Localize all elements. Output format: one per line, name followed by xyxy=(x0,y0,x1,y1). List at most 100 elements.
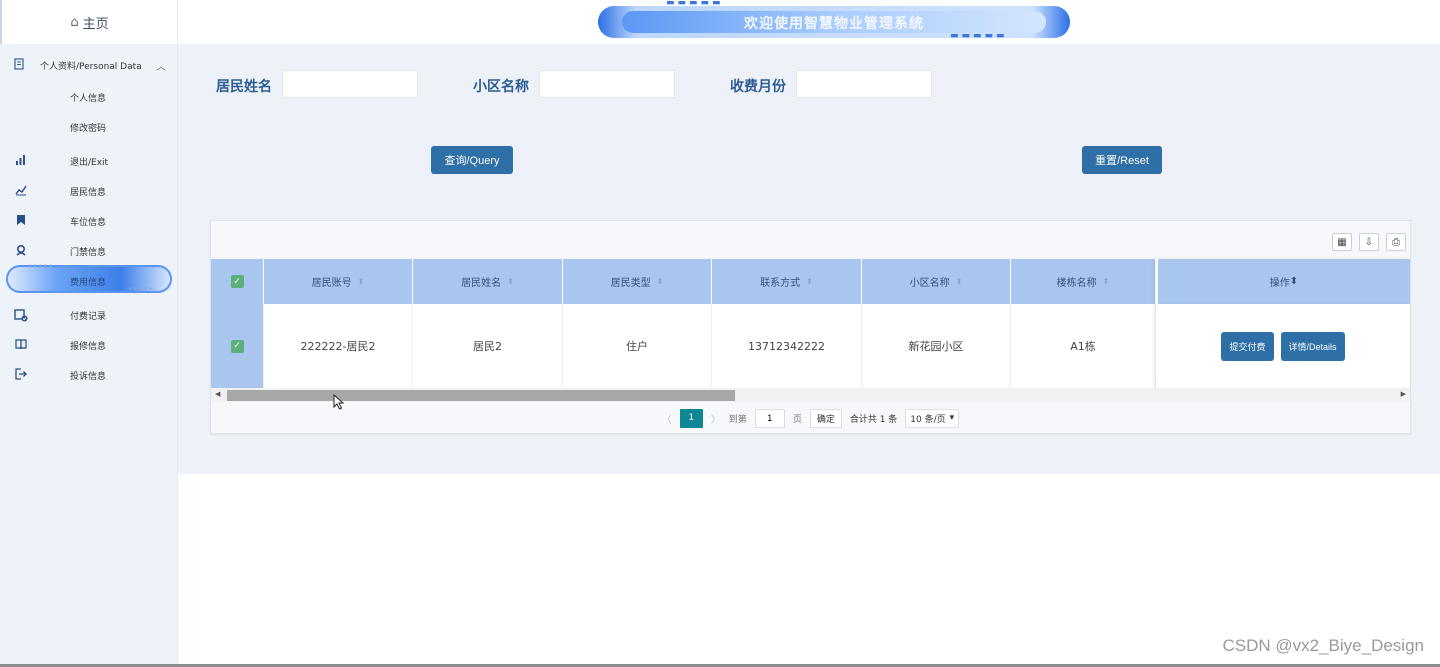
column-header-building[interactable]: 楼栋名称 ⬍ xyxy=(1011,259,1156,304)
print-icon[interactable]: ⎙ xyxy=(1386,233,1406,251)
cell-name: 居民2 xyxy=(413,304,563,388)
sidebar-item-label: 个人信息 xyxy=(70,94,107,104)
scrollbar-thumb[interactable] xyxy=(227,390,735,401)
column-header-label: 操作 xyxy=(1269,278,1290,289)
cell-account: 222222-居民2 xyxy=(264,304,413,388)
sidebar-item-label: 投诉信息 xyxy=(70,372,107,382)
column-header-phone[interactable]: 联系方式 ⬍ xyxy=(712,259,862,304)
title-banner: ▬▬▬▬▬ ▬▬▬▬▬ 欢迎使用智慧物业管理系统 xyxy=(598,0,1070,41)
fee-month-label: 收费月份 xyxy=(730,79,786,95)
sort-icon[interactable]: ⬍ xyxy=(806,277,813,286)
sort-icon[interactable]: ⬍ xyxy=(657,277,664,286)
decorative-dots: ••••• xyxy=(28,262,54,270)
table-toolbar: ▦ ⇩ ⎙ xyxy=(1332,233,1406,251)
sidebar-item-repairs[interactable]: 报修信息 xyxy=(0,335,178,355)
decorative-dots: ▬▬▬▬▬ xyxy=(666,0,724,8)
next-page-icon[interactable]: 〉 xyxy=(711,411,721,426)
row-select-cell[interactable]: ✓ xyxy=(211,304,264,388)
column-header-label: 居民类型 xyxy=(610,278,651,289)
column-header-community[interactable]: 小区名称 ⬍ xyxy=(862,259,1011,304)
prev-page-icon[interactable]: 〈 xyxy=(662,411,672,426)
column-header-actions[interactable]: 操作 ⬍ xyxy=(1156,259,1410,304)
sidebar-item-label: 退出/Exit xyxy=(70,158,109,168)
column-header-type[interactable]: 居民类型 ⬍ xyxy=(563,259,712,304)
column-header-label: 小区名称 xyxy=(909,278,950,289)
user-badge-icon xyxy=(14,244,28,258)
current-page[interactable]: 1 xyxy=(679,408,703,428)
cell-type: 住户 xyxy=(563,304,712,388)
sidebar-item-exit[interactable]: 退出/Exit xyxy=(0,151,178,171)
sidebar-group-personal-data[interactable]: 个人资料/Personal Data ︿ xyxy=(0,55,178,75)
cell-phone: 13712342222 xyxy=(712,304,862,388)
total-count: 合计共 1 条 xyxy=(849,414,898,425)
chevron-down-icon: ▾ xyxy=(949,413,955,423)
sidebar-group-label: 个人资料/Personal Data xyxy=(40,62,142,72)
select-all-cell[interactable]: ✓ xyxy=(211,259,264,304)
sidebar-item-complaints[interactable]: 投诉信息 xyxy=(0,365,178,385)
sidebar-item-residents[interactable]: 居民信息 xyxy=(0,181,178,201)
column-header-name[interactable]: 居民姓名 ⬍ xyxy=(413,259,563,304)
data-table: ▦ ⇩ ⎙ ✓ 居民账号 ⬍ 居民姓名 ⬍ 居民类型 ⬍ 联系方式 ⬍ 小区名称 ⬍ xyxy=(210,220,1411,434)
column-header-account[interactable]: 居民账号 ⬍ xyxy=(264,259,413,304)
sort-icon[interactable]: ⬍ xyxy=(358,277,365,286)
column-header-label: 联系方式 xyxy=(760,278,801,289)
scroll-right-icon[interactable]: ▶ xyxy=(1401,390,1406,398)
watermark: CSDN @vx2_Biye_Design xyxy=(1222,636,1424,655)
goto-page-input[interactable] xyxy=(754,408,785,428)
sidebar-home[interactable]: ⌂ 主页 xyxy=(0,0,177,44)
sidebar-item-label: 修改密码 xyxy=(70,124,107,134)
goto-label: 到第 xyxy=(728,414,747,425)
select-all-checkbox[interactable]: ✓ xyxy=(230,275,244,288)
pagination: 〈 1 〉 到第 页 确定 合计共 1 条 10 条/页 ▾ xyxy=(211,408,1410,428)
decorative-dots: ••••• xyxy=(128,285,154,293)
resident-name-input[interactable] xyxy=(282,70,418,98)
sidebar-item-personal-info[interactable]: 个人信息 xyxy=(0,87,178,107)
community-name-label: 小区名称 xyxy=(473,79,529,95)
page-unit-label: 页 xyxy=(792,414,802,425)
horizontal-scrollbar[interactable]: ◀ ▶ xyxy=(211,388,1410,402)
document-icon xyxy=(14,58,26,71)
sidebar-item-label: 费用信息 xyxy=(70,278,107,288)
query-button[interactable]: 查询/Query xyxy=(431,146,513,174)
sort-icon[interactable]: ⬍ xyxy=(956,277,963,286)
sidebar-item-label: 居民信息 xyxy=(70,188,107,198)
details-button[interactable]: 详情/Details xyxy=(1280,331,1345,361)
home-icon: ⌂ xyxy=(70,14,79,30)
sort-icon[interactable]: ⬍ xyxy=(1103,277,1110,286)
sort-icon[interactable]: ⬍ xyxy=(1290,276,1298,287)
bar-chart-icon xyxy=(14,154,28,168)
sidebar-item-payment-records[interactable]: 付费记录 xyxy=(0,305,178,325)
book-icon xyxy=(14,338,28,352)
column-header-label: 楼栋名称 xyxy=(1056,278,1097,289)
column-header-label: 居民账号 xyxy=(311,278,352,289)
sidebar-item-fees[interactable]: ••••• 费用信息 ••••• xyxy=(0,262,178,293)
main-content: 居民姓名 小区名称 收费月份 查询/Query 重置/Reset ▦ ⇩ ⎙ ✓… xyxy=(178,44,1440,474)
columns-icon[interactable]: ▦ xyxy=(1332,233,1352,251)
bookmark-icon xyxy=(14,214,28,228)
column-header-label: 居民姓名 xyxy=(461,278,502,289)
community-name-input[interactable] xyxy=(539,70,675,98)
reset-button[interactable]: 重置/Reset xyxy=(1082,146,1162,174)
submit-payment-button[interactable]: 提交付费 xyxy=(1221,331,1274,361)
fee-month-input[interactable] xyxy=(796,70,932,98)
row-checkbox[interactable]: ✓ xyxy=(230,339,244,353)
cell-building: A1栋 xyxy=(1011,304,1156,388)
scroll-left-icon[interactable]: ◀ xyxy=(215,390,220,398)
sidebar: ⌂ 主页 个人资料/Personal Data ︿ 个人信息 修改密码 退出/E… xyxy=(0,0,178,667)
page-size-select[interactable]: 10 条/页 ▾ xyxy=(905,408,960,428)
confirm-page-button[interactable]: 确定 xyxy=(809,408,842,428)
sidebar-item-access-control[interactable]: 门禁信息 xyxy=(0,241,178,261)
sort-icon[interactable]: ⬍ xyxy=(507,277,514,286)
export-icon[interactable]: ⇩ xyxy=(1359,233,1379,251)
mouse-cursor-icon xyxy=(333,393,345,414)
row-actions: 提交付费 详情/Details xyxy=(1156,304,1410,388)
page-title: 欢迎使用智慧物业管理系统 xyxy=(744,16,924,32)
logout-icon xyxy=(14,368,28,382)
sidebar-home-label: 主页 xyxy=(82,16,109,32)
header: ▬▬▬▬▬ ▬▬▬▬▬ 欢迎使用智慧物业管理系统 xyxy=(178,0,1440,44)
page-size-value: 10 条/页 xyxy=(910,414,946,425)
sidebar-item-label: 报修信息 xyxy=(70,342,107,352)
sidebar-item-label: 付费记录 xyxy=(70,312,107,322)
sidebar-item-change-password[interactable]: 修改密码 xyxy=(0,117,178,137)
sidebar-item-parking[interactable]: 车位信息 xyxy=(0,211,178,231)
